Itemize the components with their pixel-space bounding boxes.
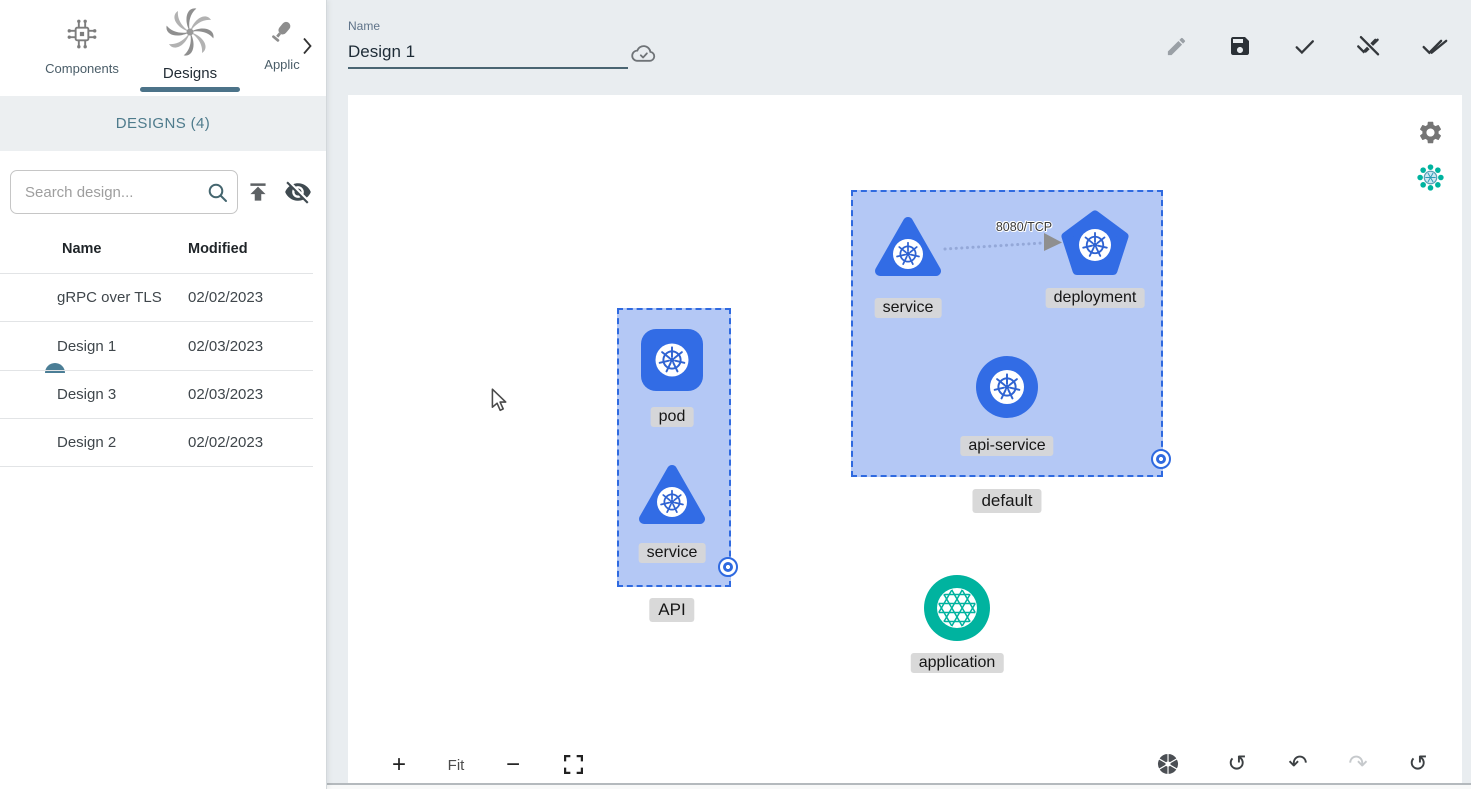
- meshery-design-app: Components D: [0, 0, 1471, 789]
- node-label-service: service: [875, 298, 942, 318]
- row-name: Design 2: [57, 434, 116, 451]
- divider: [0, 466, 313, 467]
- node-label-pod: pod: [651, 407, 694, 427]
- kubernetes-context-icon[interactable]: [1416, 163, 1445, 192]
- rotate-glyph: ↺: [1408, 752, 1427, 775]
- tab-components-label: Components: [45, 61, 119, 76]
- undo-glyph: ↶: [1288, 752, 1307, 775]
- canvas-settings-gear-icon[interactable]: [1417, 119, 1444, 146]
- search-icon[interactable]: [197, 172, 237, 212]
- chevron-right-icon[interactable]: [302, 37, 313, 55]
- node-service-api[interactable]: [637, 462, 707, 533]
- node-service-default[interactable]: [873, 214, 943, 285]
- node-pod[interactable]: [637, 325, 707, 400]
- node-label-deployment: deployment: [1046, 288, 1145, 308]
- table-row-design-1[interactable]: [0, 322, 313, 369]
- row-name: Design 1: [57, 338, 116, 355]
- node-label-service: service: [639, 543, 706, 563]
- mouse-cursor: [490, 388, 508, 412]
- node-api-service[interactable]: [971, 351, 1043, 428]
- group-label-api: API: [649, 598, 694, 622]
- table-row-design-3[interactable]: [0, 371, 313, 418]
- designs-spiral-icon: [166, 8, 214, 61]
- design-name-input[interactable]: [348, 38, 628, 66]
- redo-glyph: ↷: [1348, 752, 1367, 775]
- search-input[interactable]: [11, 184, 197, 201]
- row-name: Design 3: [57, 386, 116, 403]
- designs-section-header: DESIGNS (4): [0, 96, 326, 151]
- below-canvas-strip: [326, 785, 1471, 789]
- fullscreen-icon[interactable]: [562, 753, 584, 775]
- node-application[interactable]: [921, 572, 993, 649]
- deploy-done-all-icon[interactable]: [1421, 33, 1449, 59]
- fit-button[interactable]: Fit: [438, 754, 474, 776]
- node-deployment[interactable]: [1058, 207, 1132, 284]
- redo-icon[interactable]: ↷: [1345, 750, 1371, 776]
- components-icon: [64, 16, 100, 57]
- sidebar: Components D: [0, 0, 327, 789]
- tab-components[interactable]: Components: [40, 16, 124, 76]
- column-header-name: Name: [62, 241, 102, 257]
- rotate-glyph: ↺: [1227, 752, 1246, 775]
- column-header-modified: Modified: [188, 241, 248, 257]
- group-default-config-badge[interactable]: [1151, 449, 1171, 469]
- tab-designs[interactable]: Designs: [148, 8, 232, 82]
- row-modified: 02/02/2023: [188, 434, 263, 451]
- history-rotate-icon[interactable]: ↺: [1405, 750, 1431, 776]
- upload-design-icon[interactable]: [244, 177, 272, 207]
- row-modified: 02/03/2023: [188, 386, 263, 403]
- active-tab-underline: [140, 87, 240, 92]
- row-modified: 02/03/2023: [188, 338, 263, 355]
- reset-view-icon[interactable]: ↺: [1224, 750, 1250, 776]
- tab-designs-label: Designs: [163, 65, 217, 82]
- screenshot-aperture-icon[interactable]: [1155, 751, 1181, 777]
- design-name-label: Name: [348, 19, 380, 33]
- search-box: [10, 170, 238, 214]
- undeploy-icon[interactable]: [1355, 31, 1383, 59]
- validate-check-icon[interactable]: [1291, 33, 1317, 59]
- zoom-in-glyph: +: [392, 753, 406, 777]
- zoom-out-glyph: −: [506, 753, 520, 777]
- row-modified: 02/02/2023: [188, 289, 263, 306]
- group-label-default: default: [972, 489, 1041, 513]
- edge-label-port: 8080/TCP: [996, 220, 1052, 234]
- zoom-out-button[interactable]: −: [500, 752, 526, 778]
- save-icon[interactable]: [1227, 33, 1253, 59]
- node-label-application: application: [911, 653, 1004, 673]
- visibility-off-icon[interactable]: [282, 177, 314, 207]
- applications-icon: [265, 14, 299, 53]
- design-name-underline: [348, 67, 628, 69]
- undo-icon[interactable]: ↶: [1285, 750, 1311, 776]
- edit-icon[interactable]: [1163, 33, 1189, 59]
- group-api-config-badge[interactable]: [718, 557, 738, 577]
- zoom-in-button[interactable]: +: [386, 752, 412, 778]
- node-label-api-service: api-service: [960, 436, 1053, 456]
- tab-applications-label: Applic: [264, 57, 299, 72]
- fit-label: Fit: [448, 757, 465, 774]
- cloud-saved-icon: [630, 40, 657, 67]
- row-name: gRPC over TLS: [57, 289, 162, 306]
- table-row-design-2[interactable]: [0, 419, 313, 466]
